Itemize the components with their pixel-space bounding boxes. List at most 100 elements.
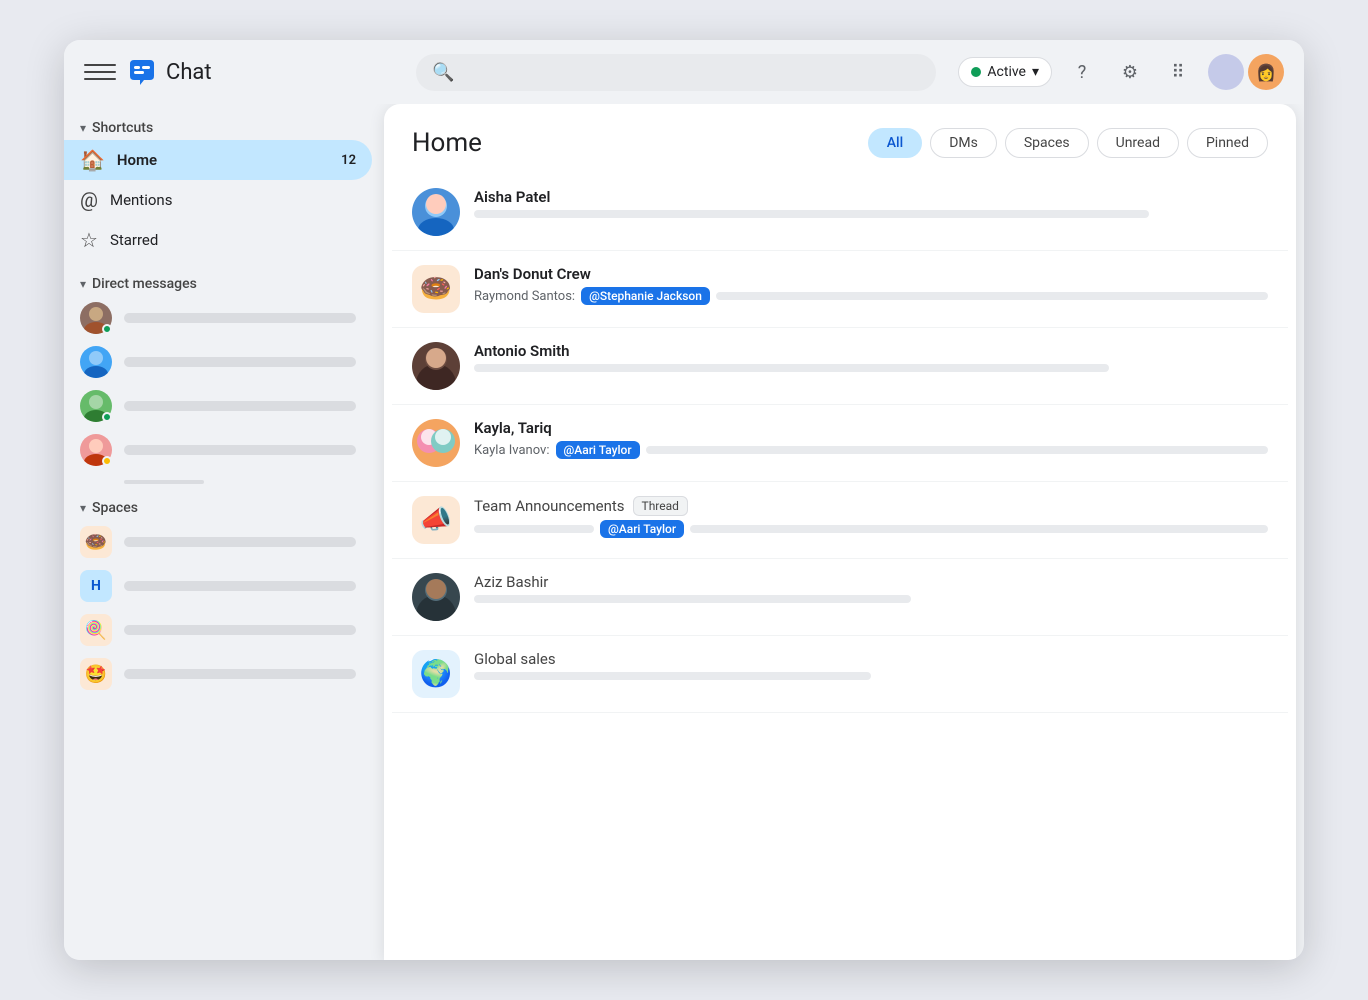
filter-tab-unread[interactable]: Unread xyxy=(1097,128,1179,158)
shortcuts-label: Shortcuts xyxy=(92,120,153,136)
dm-label: Direct messages xyxy=(92,276,197,292)
sidebar-scrollbar xyxy=(124,480,204,484)
chat-item-antonio[interactable]: Antonio Smith xyxy=(392,328,1288,405)
chat-name-aziz: Aziz Bashir xyxy=(474,573,1268,591)
sidebar-item-home[interactable]: 🏠 Home 12 xyxy=(64,140,372,180)
filter-tab-all[interactable]: All xyxy=(868,128,922,158)
shortcuts-section-header[interactable]: ▾ Shortcuts xyxy=(64,112,384,140)
chat-body-donut-crew: Dan's Donut Crew Raymond Santos: @Stepha… xyxy=(474,265,1268,305)
account-avatar-placeholder xyxy=(1208,54,1244,90)
dm-item-3[interactable] xyxy=(64,384,372,428)
chat-avatar-announcements: 📣 xyxy=(412,496,460,544)
mention-badge-aari-kayla: @Aari Taylor xyxy=(556,441,640,459)
chat-preview-announcements: @Aari Taylor xyxy=(474,520,1268,538)
chat-item-team-announcements[interactable]: 📣 Team Announcements Thread @Aari Taylor xyxy=(392,482,1288,559)
chat-body-announcements: Team Announcements Thread @Aari Taylor xyxy=(474,496,1268,538)
chat-name-kayla-tariq: Kayla, Tariq xyxy=(474,419,1268,437)
chat-name-antonio: Antonio Smith xyxy=(474,342,1268,360)
thread-badge: Thread xyxy=(633,496,688,516)
menu-button[interactable] xyxy=(84,56,116,88)
dm-item-1[interactable] xyxy=(64,296,372,340)
chevron-down-icon: ▾ xyxy=(1032,64,1039,80)
sidebar: ▾ Shortcuts 🏠 Home 12 @ Mentions ☆ Starr… xyxy=(64,104,384,960)
chat-body-aisha: Aisha Patel xyxy=(474,188,1268,218)
chat-avatar-kayla-tariq xyxy=(412,419,460,467)
preview-tail-donut xyxy=(716,292,1268,300)
sidebar-item-mentions[interactable]: @ Mentions xyxy=(64,180,372,220)
spaces-chevron-icon: ▾ xyxy=(80,501,86,515)
chat-preview-bar-aisha xyxy=(474,210,1149,218)
filter-tab-dms[interactable]: DMs xyxy=(930,128,997,158)
header-right: Active ▾ ? ⚙ ⠿ 👩 xyxy=(958,54,1284,90)
main-title: Home xyxy=(412,128,852,158)
space-item-1[interactable]: 🍩 xyxy=(64,520,372,564)
status-button[interactable]: Active ▾ xyxy=(958,57,1052,87)
space-name-placeholder-4 xyxy=(124,669,356,679)
chat-body-kayla-tariq: Kayla, Tariq Kayla Ivanov: @Aari Taylor xyxy=(474,419,1268,459)
chat-item-global-sales[interactable]: 🌍 Global sales xyxy=(392,636,1288,713)
chat-preview-kayla-tariq: Kayla Ivanov: @Aari Taylor xyxy=(474,441,1268,459)
chat-item-aziz[interactable]: Aziz Bashir xyxy=(392,559,1288,636)
app-logo: Chat xyxy=(126,56,212,88)
dm-avatar-2 xyxy=(80,346,112,378)
dm-item-2[interactable] xyxy=(64,340,372,384)
help-button[interactable]: ? xyxy=(1064,54,1100,90)
chat-avatar-antonio xyxy=(412,342,460,390)
home-label: Home xyxy=(117,151,329,169)
chat-preview-donut-crew: Raymond Santos: @Stephanie Jackson xyxy=(474,287,1268,305)
user-avatar-group: 👩 xyxy=(1208,54,1284,90)
settings-button[interactable]: ⚙ xyxy=(1112,54,1148,90)
chat-body-aziz: Aziz Bashir xyxy=(474,573,1268,603)
mention-badge-aari-ann: @Aari Taylor xyxy=(600,520,684,538)
starred-label: Starred xyxy=(110,231,356,249)
sidebar-item-starred[interactable]: ☆ Starred xyxy=(64,220,372,260)
mentions-label: Mentions xyxy=(110,191,356,209)
space-item-4[interactable]: 🤩 xyxy=(64,652,372,696)
chat-item-aisha-patel[interactable]: Aisha Patel xyxy=(392,174,1288,251)
chat-preview-bar-global-sales xyxy=(474,672,871,680)
user-avatar[interactable]: 👩 xyxy=(1248,54,1284,90)
dm-name-placeholder-1 xyxy=(124,313,356,323)
chat-body-global-sales: Global sales xyxy=(474,650,1268,680)
filter-tabs: All DMs Spaces Unread Pinned xyxy=(868,128,1268,158)
dm-section-header[interactable]: ▾ Direct messages xyxy=(64,268,384,296)
chat-body-antonio: Antonio Smith xyxy=(474,342,1268,372)
dm-chevron-icon: ▾ xyxy=(80,277,86,291)
filter-tab-spaces[interactable]: Spaces xyxy=(1005,128,1089,158)
chat-avatar-global-sales: 🌍 xyxy=(412,650,460,698)
search-box[interactable]: 🔍 xyxy=(416,54,936,91)
mention-badge-stephanie: @Stephanie Jackson xyxy=(581,287,710,305)
chat-name-announcements: Team Announcements Thread xyxy=(474,496,1268,516)
preview-tail-kayla xyxy=(646,446,1268,454)
shortcuts-chevron-icon: ▾ xyxy=(80,121,86,135)
home-badge: 12 xyxy=(341,153,356,168)
app-header: Chat 🔍 Active ▾ ? ⚙ ⠿ xyxy=(64,40,1304,104)
space-name-placeholder-1 xyxy=(124,537,356,547)
dm-name-placeholder-4 xyxy=(124,445,356,455)
preview-sender-kayla: Kayla Ivanov: xyxy=(474,443,550,458)
dm-avatar-4 xyxy=(80,434,112,466)
star-icon: ☆ xyxy=(80,228,98,252)
chat-preview-bar-aziz xyxy=(474,595,911,603)
search-input[interactable] xyxy=(462,64,920,80)
apps-button[interactable]: ⠿ xyxy=(1160,54,1196,90)
main-content: Home All DMs Spaces Unread Pinned Aisha xyxy=(384,104,1296,960)
dm-avatar-1 xyxy=(80,302,112,334)
preview-tail-announcements xyxy=(690,525,1268,533)
chat-avatar-aziz xyxy=(412,573,460,621)
chat-item-kayla-tariq[interactable]: Kayla, Tariq Kayla Ivanov: @Aari Taylor xyxy=(392,405,1288,482)
dm-name-placeholder-2 xyxy=(124,357,356,367)
space-item-2[interactable]: H xyxy=(64,564,372,608)
filter-tab-pinned[interactable]: Pinned xyxy=(1187,128,1268,158)
space-icon-4: 🤩 xyxy=(80,658,112,690)
help-icon: ? xyxy=(1078,62,1087,83)
chat-avatar-donut-crew: 🍩 xyxy=(412,265,460,313)
spaces-section-header[interactable]: ▾ Spaces xyxy=(64,492,384,520)
space-icon-2: H xyxy=(80,570,112,602)
dm-item-4[interactable] xyxy=(64,428,372,472)
space-item-3[interactable]: 🍭 xyxy=(64,608,372,652)
chat-name-donut-crew: Dan's Donut Crew xyxy=(474,265,1268,283)
app-body: ▾ Shortcuts 🏠 Home 12 @ Mentions ☆ Starr… xyxy=(64,104,1304,960)
chat-item-donut-crew[interactable]: 🍩 Dan's Donut Crew Raymond Santos: @Step… xyxy=(392,251,1288,328)
space-name-placeholder-3 xyxy=(124,625,356,635)
